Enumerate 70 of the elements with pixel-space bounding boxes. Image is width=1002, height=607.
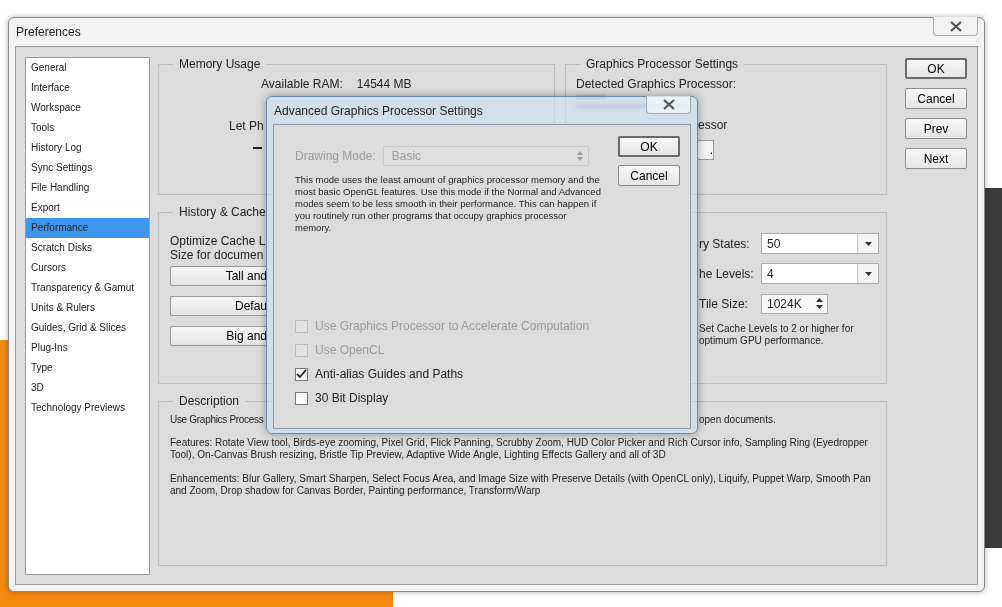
field-label: ry States: xyxy=(699,236,751,251)
dialog-button[interactable]: OK xyxy=(618,136,680,157)
group-title: Memory Usage xyxy=(178,57,262,71)
dialog-button[interactable]: Cancel xyxy=(905,88,967,109)
description-text: Use Graphics Process xyxy=(170,414,264,425)
checkbox-label: Use OpenCL xyxy=(315,343,385,357)
mode-description: This mode uses the least amount of graphics processor memory and the most basic OpenGL features. Use this mode if the Normal and Advanced modes seem to be less smooth in their performance. This can happen if you routinely run other programs that occupy graphics processor memory. xyxy=(295,174,602,234)
settings-button[interactable]: . xyxy=(698,140,714,160)
description-text: open documents. xyxy=(699,414,776,425)
dialog-button[interactable]: Prev xyxy=(905,118,967,139)
category-item[interactable]: General xyxy=(26,58,149,78)
category-item[interactable]: Performance xyxy=(26,218,149,238)
preset-button[interactable]: Defau xyxy=(170,296,267,316)
spinner-icon xyxy=(816,298,823,309)
detected-label: Detected Graphics Processor: xyxy=(575,77,738,91)
dialog-button[interactable]: Next xyxy=(905,148,967,169)
checkbox-label: Use Graphics Processor to Accelerate Computation xyxy=(315,319,590,333)
category-item[interactable]: History Log xyxy=(26,138,149,158)
optimize-label: Size for documen xyxy=(170,248,265,262)
category-item[interactable]: Scratch Disks xyxy=(26,238,149,258)
description-text: Features: Rotate View tool, Birds-eye zooming, Pixel Grid, Flick Panning, Scrubby Zoom, HUD Color Picker and Rich Cursor info, Sampling Ring (Eyedropper Tool), On-Canvas Brush resizing, Bristle Tip Preview, Adaptive Wide Angle, Lighting Effects Gallery and all of 3D xyxy=(170,437,869,461)
caret-icon xyxy=(864,271,872,276)
optimize-label: Optimize Cache L xyxy=(170,234,267,248)
combo-field[interactable]: 4 xyxy=(761,263,879,284)
field-label: he Levels: xyxy=(699,266,755,281)
close-icon xyxy=(661,99,676,110)
category-item[interactable]: Technology Previews xyxy=(26,398,149,418)
category-item[interactable]: Interface xyxy=(26,78,149,98)
category-item[interactable]: Export xyxy=(26,198,149,218)
group-title: Graphics Processor Settings xyxy=(585,57,740,71)
field-label: Tile Size: xyxy=(699,296,749,311)
checkbox[interactable] xyxy=(295,391,308,405)
dialog-button[interactable]: OK xyxy=(905,58,967,79)
checkbox[interactable] xyxy=(295,367,308,381)
category-item[interactable]: Plug-Ins xyxy=(26,338,149,358)
category-item[interactable]: Sync Settings xyxy=(26,158,149,178)
preset-button[interactable]: Tall and xyxy=(170,266,267,286)
category-item[interactable]: File Handling xyxy=(26,178,149,198)
checkbox-label: Anti-alias Guides and Paths xyxy=(315,367,464,381)
category-item[interactable]: Workspace xyxy=(26,98,149,118)
close-icon xyxy=(948,20,963,32)
dialog-title: Advanced Graphics Processor Settings xyxy=(274,103,483,118)
slider-mark xyxy=(253,147,262,149)
spinner-icon xyxy=(576,151,583,161)
category-item[interactable]: Units & Rulers xyxy=(26,298,149,318)
ram-label: Available RAM: xyxy=(261,77,343,91)
group-title: Description xyxy=(178,394,241,408)
category-item[interactable]: Tools xyxy=(26,118,149,138)
spinner-field[interactable]: 1024K xyxy=(761,293,828,314)
caret-icon xyxy=(864,241,872,246)
category-item[interactable]: Cursors xyxy=(26,258,149,278)
group-title: History & Cache xyxy=(178,205,267,219)
checkbox-label: essor xyxy=(698,118,729,132)
preset-button[interactable]: Big and xyxy=(170,326,267,346)
dialog-button[interactable]: Cancel xyxy=(618,165,680,186)
drawing-mode-label: Drawing Mode: xyxy=(295,149,376,163)
description-text: Enhancements: Blur Gallery, Smart Sharpen, Select Focus Area, and Image Size with Preserve Details (with OpenCL only), Liquify, Puppet Warp, Smooth Pan and Zoom, Drop shadow for Canvas Border, Painting performance, Transform/Warp xyxy=(170,473,872,497)
category-item[interactable]: 3D xyxy=(26,378,149,398)
category-item[interactable]: Type xyxy=(26,358,149,378)
close-button[interactable] xyxy=(646,96,691,114)
note-text: Set Cache Levels to 2 or higher for optimum GPU performance. xyxy=(699,323,855,347)
check-icon xyxy=(296,369,307,379)
memory-label: Let Ph xyxy=(228,119,265,133)
close-button[interactable] xyxy=(933,17,978,36)
checkbox-label: 30 Bit Display xyxy=(315,391,389,405)
ram-value: 14544 MB xyxy=(356,77,412,91)
category-item[interactable]: Guides, Grid & Slices xyxy=(26,318,149,338)
window-title: Preferences xyxy=(16,25,81,39)
category-item[interactable]: Transparency & Gamut xyxy=(26,278,149,298)
combo-field[interactable]: 50 xyxy=(761,233,879,254)
